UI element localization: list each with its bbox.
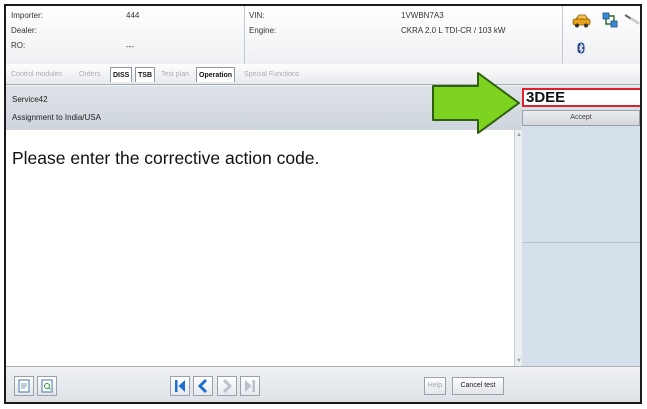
- annotation-arrow-icon: [432, 72, 520, 134]
